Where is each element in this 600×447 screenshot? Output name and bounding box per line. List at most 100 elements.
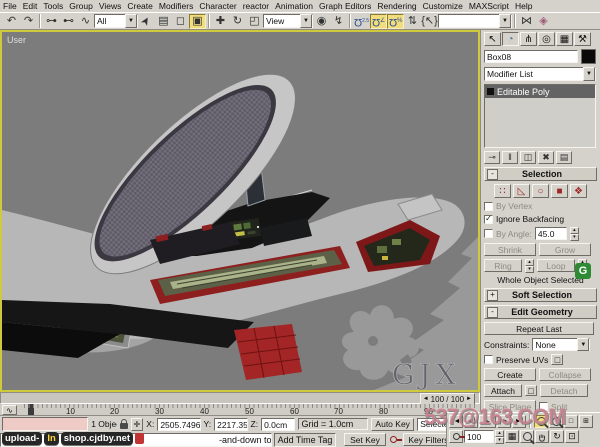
- border-subobject-icon[interactable]: ○: [532, 184, 549, 198]
- repeat-last-button[interactable]: Repeat Last: [484, 322, 594, 335]
- select-and-rotate-icon[interactable]: ↻: [229, 14, 246, 29]
- edit-geometry-header[interactable]: - Edit Geometry: [484, 305, 597, 319]
- preserve-uvs-settings-icon[interactable]: □: [551, 354, 563, 365]
- polygon-subobject-icon[interactable]: ■: [551, 184, 568, 198]
- auto-key-button[interactable]: Auto Key: [371, 418, 414, 431]
- zoom-all-icon[interactable]: [549, 415, 563, 428]
- vertex-subobject-icon[interactable]: ∷: [494, 184, 511, 198]
- slice-plane-button[interactable]: Slice Plane: [484, 400, 536, 412]
- detach-button[interactable]: Detach: [540, 384, 588, 397]
- align-icon[interactable]: ◈: [535, 14, 552, 29]
- menu-group[interactable]: Group: [66, 1, 96, 11]
- select-and-move-icon[interactable]: ✚: [212, 14, 229, 29]
- stack-item-editable-poly[interactable]: Editable Poly: [485, 85, 595, 98]
- edit-named-selections-icon[interactable]: {↖}: [421, 14, 438, 29]
- undo-icon[interactable]: ↶: [3, 14, 20, 29]
- play-animation-icon[interactable]: ►: [479, 415, 496, 428]
- expand-icon[interactable]: +: [487, 290, 498, 301]
- modify-tab-icon[interactable]: ◔: [502, 32, 519, 46]
- collapse-icon[interactable]: -: [487, 169, 498, 180]
- selection-filter-dropdown[interactable]: All ▼: [94, 14, 138, 28]
- utilities-tab-icon[interactable]: ⚒: [574, 32, 591, 46]
- menu-modifiers[interactable]: Modifiers: [156, 1, 196, 11]
- constraints-dropdown[interactable]: None ▼: [532, 338, 590, 351]
- viewport-label[interactable]: User: [7, 35, 26, 45]
- menu-create[interactable]: Create: [124, 1, 156, 11]
- time-configuration-icon[interactable]: ▦: [505, 430, 519, 443]
- go-to-start-icon[interactable]: |◄: [449, 415, 463, 428]
- ignore-backfacing-checkbox[interactable]: ✓: [484, 215, 493, 224]
- menu-animation[interactable]: Animation: [272, 1, 316, 11]
- bind-to-spacewarp-icon[interactable]: ∿: [77, 14, 94, 29]
- x-coordinate-field[interactable]: 2505.7496: [157, 418, 200, 431]
- next-frame-icon[interactable]: |►: [497, 415, 511, 428]
- menu-tools[interactable]: Tools: [40, 1, 66, 11]
- track-bar[interactable]: ∿ 10 20 30 40 50 60 70 80 90: [0, 404, 480, 416]
- collapse-button[interactable]: Collapse: [539, 368, 591, 381]
- edge-subobject-icon[interactable]: ◺: [513, 184, 530, 198]
- set-keys-icon[interactable]: [390, 436, 397, 443]
- ring-spinner[interactable]: ▴▾: [525, 259, 534, 272]
- set-key-button[interactable]: Set Key: [344, 433, 386, 446]
- attach-settings-icon[interactable]: □: [525, 385, 537, 396]
- percent-snap-toggle-icon[interactable]: Ω%: [387, 14, 404, 29]
- zoom-extents-all-icon[interactable]: ⊞: [579, 415, 593, 428]
- by-angle-spinner[interactable]: ▴▾: [570, 227, 579, 240]
- zoom-icon[interactable]: [534, 415, 548, 428]
- make-unique-icon[interactable]: ◫: [520, 151, 536, 164]
- add-time-tag[interactable]: Add Time Tag: [274, 433, 336, 447]
- menu-views[interactable]: Views: [96, 1, 125, 11]
- modifier-list-dropdown[interactable]: Modifier List ▼: [484, 67, 596, 81]
- mini-curve-editor-icon[interactable]: ∿: [2, 405, 17, 415]
- redo-icon[interactable]: ↷: [20, 14, 37, 29]
- select-by-name-icon[interactable]: ▤: [155, 14, 172, 29]
- modifier-stack[interactable]: Editable Poly: [484, 84, 596, 148]
- z-coordinate-field[interactable]: 0.0cm: [261, 418, 294, 431]
- frame-forward-icon[interactable]: ►: [466, 396, 472, 402]
- attach-button[interactable]: Attach: [484, 384, 522, 397]
- by-vertex-checkbox[interactable]: [484, 202, 493, 211]
- mirror-icon[interactable]: ⋈: [518, 14, 535, 29]
- snap-toggle-icon[interactable]: Ω2.5: [353, 14, 370, 29]
- pan-hand-icon[interactable]: [535, 430, 549, 443]
- element-subobject-icon[interactable]: ❖: [570, 184, 587, 198]
- shrink-button[interactable]: Shrink: [484, 243, 536, 256]
- select-and-link-icon[interactable]: ⊶: [43, 14, 60, 29]
- configure-modifier-sets-icon[interactable]: ▤: [556, 151, 572, 164]
- menu-rendering[interactable]: Rendering: [374, 1, 419, 11]
- chevron-down-icon[interactable]: ▼: [300, 14, 312, 28]
- grow-button[interactable]: Grow: [539, 243, 591, 256]
- key-mode-toggle-icon[interactable]: [449, 430, 463, 443]
- maxscript-mini-listener[interactable]: [2, 417, 88, 431]
- collapse-icon[interactable]: -: [487, 307, 498, 318]
- named-selection-dropdown[interactable]: ▼: [438, 14, 512, 28]
- split-checkbox[interactable]: [539, 402, 548, 411]
- display-tab-icon[interactable]: ▦: [556, 32, 573, 46]
- region-zoom-icon[interactable]: [520, 430, 534, 443]
- arc-rotate-icon[interactable]: ↻: [550, 430, 564, 443]
- absolute-offset-toggle-icon[interactable]: ✛: [131, 418, 144, 431]
- previous-frame-icon[interactable]: ◄|: [464, 415, 478, 428]
- menu-graph-editors[interactable]: Graph Editors: [316, 1, 374, 11]
- time-slider[interactable]: ◄ 100 / 100 ►: [0, 392, 480, 404]
- by-angle-checkbox[interactable]: [484, 229, 493, 238]
- y-coordinate-field[interactable]: 2217.3561: [214, 418, 247, 431]
- loop-button[interactable]: Loop: [537, 259, 575, 272]
- chevron-down-icon[interactable]: ▼: [577, 338, 589, 351]
- create-button[interactable]: Create: [484, 368, 536, 381]
- menu-character[interactable]: Character: [196, 1, 239, 11]
- motion-tab-icon[interactable]: ◎: [538, 32, 555, 46]
- min-max-toggle-icon[interactable]: ⊡: [565, 430, 579, 443]
- menu-file[interactable]: File: [0, 1, 20, 11]
- loop-spinner[interactable]: ▴▾: [578, 259, 587, 272]
- window-crossing-toggle-icon[interactable]: ▣: [189, 14, 206, 29]
- current-frame-field[interactable]: 100: [464, 430, 494, 443]
- object-color-swatch[interactable]: [581, 49, 596, 64]
- menu-reactor[interactable]: reactor: [240, 1, 272, 11]
- use-pivot-center-icon[interactable]: ◉: [313, 14, 330, 29]
- menu-edit[interactable]: Edit: [20, 1, 41, 11]
- frame-back-icon[interactable]: ◄: [423, 396, 429, 402]
- angle-snap-toggle-icon[interactable]: Ω∠: [370, 14, 387, 29]
- soft-selection-header[interactable]: + Soft Selection: [484, 288, 597, 302]
- create-tab-icon[interactable]: ↖: [484, 32, 501, 46]
